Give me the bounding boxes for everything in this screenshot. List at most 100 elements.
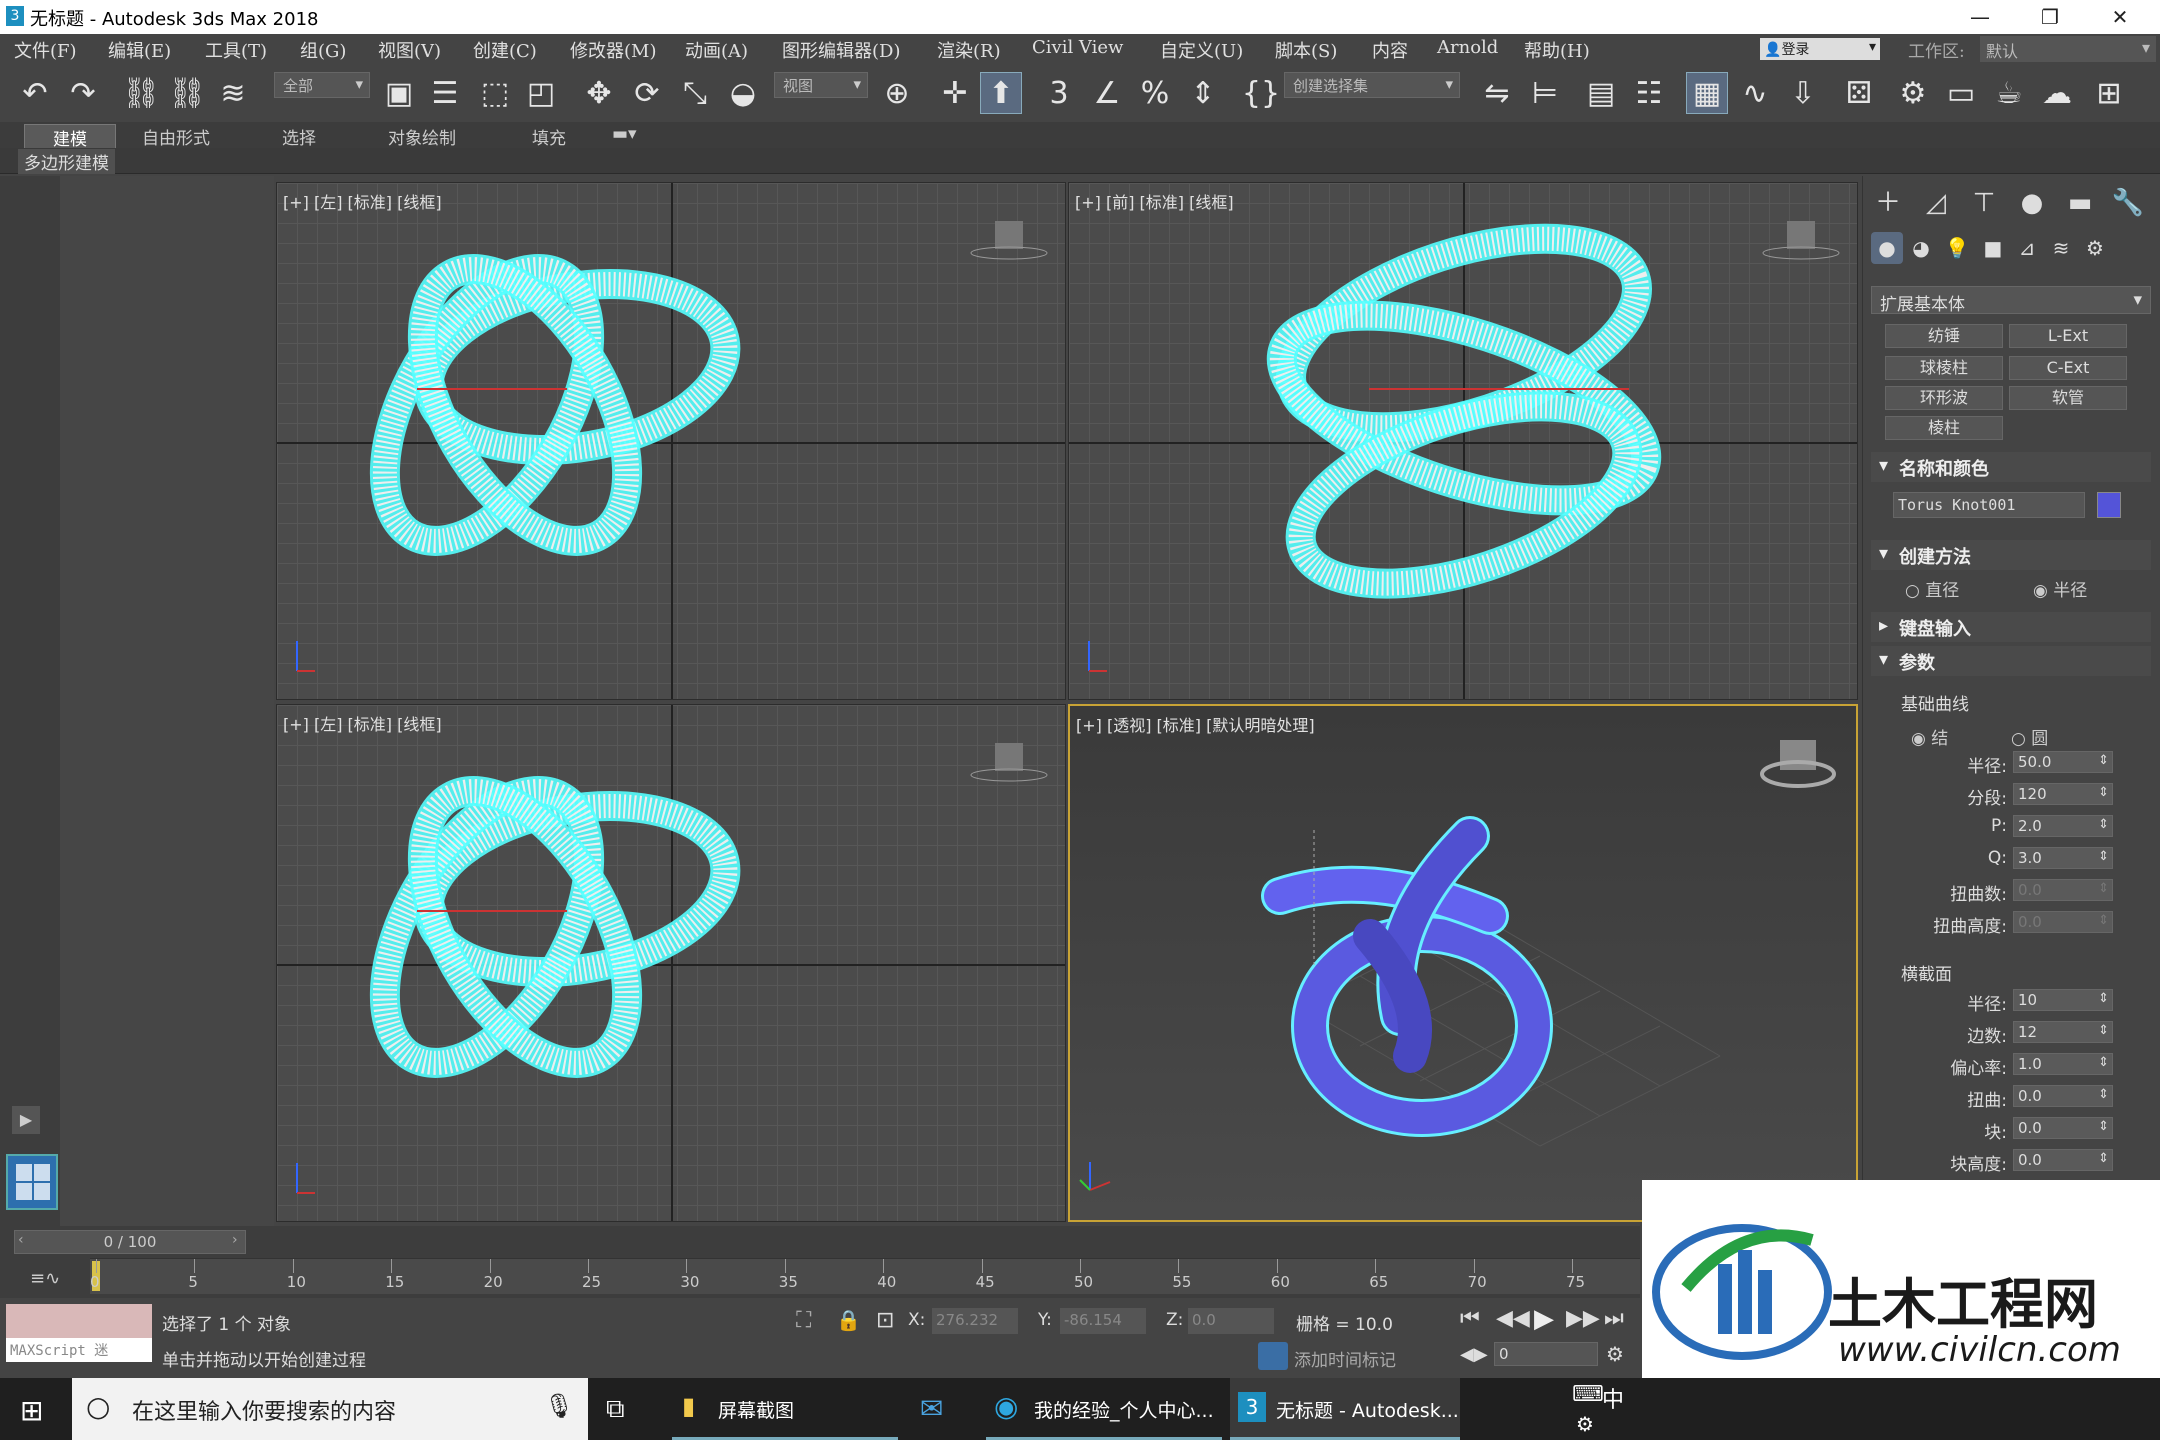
angle-snap-icon[interactable]: ∠ — [1086, 72, 1128, 114]
rollout-keyboard-entry[interactable]: 键盘输入 — [1871, 612, 2151, 642]
spindle-button[interactable]: 纺锤 — [1885, 324, 2003, 348]
rect-selection-icon[interactable]: ⬚ — [474, 72, 516, 114]
menu-tools[interactable]: 工具(T) — [205, 37, 267, 63]
material-editor-icon[interactable]: ⚄ — [1838, 72, 1880, 114]
ime-indicator[interactable]: 中 — [1602, 1382, 1624, 1414]
taskbar-search-box[interactable]: ○ 在这里输入你要搜索的内容 🎙 — [72, 1378, 588, 1440]
motion-tab-icon[interactable]: ● — [2013, 184, 2051, 222]
percent-snap-icon[interactable]: % — [1134, 72, 1176, 114]
rollout-parameters[interactable]: 参数 — [1871, 646, 2151, 676]
rollout-creation-method[interactable]: 创建方法 — [1871, 540, 2151, 570]
viewport-layout-icon[interactable] — [6, 1154, 58, 1210]
menu-customize[interactable]: 自定义(U) — [1160, 37, 1243, 63]
taskbar-item-browser[interactable]: ◉ 我的经验_个人中心... — [986, 1378, 1222, 1440]
schematic-view-icon[interactable]: ⇩ — [1782, 72, 1824, 114]
unlink-icon[interactable]: ⛓ — [166, 72, 208, 114]
menu-graph-editors[interactable]: 图形编辑器(D) — [782, 37, 900, 63]
x-coordinate-field[interactable]: 276.232 — [932, 1308, 1018, 1334]
menu-create[interactable]: 创建(C) — [473, 37, 537, 63]
windows-start-icon[interactable]: ⊞ — [20, 1394, 43, 1427]
cross-section-spinner[interactable]: 0.0 — [2013, 1085, 2113, 1107]
link-icon[interactable]: ⛓ — [120, 72, 162, 114]
menu-rendering[interactable]: 渲染(R) — [937, 37, 1001, 63]
menu-content[interactable]: 内容 — [1372, 37, 1408, 63]
modify-tab-icon[interactable]: ◿ — [1917, 184, 1955, 222]
ime-settings-icon[interactable]: ⚙ — [1576, 1412, 1594, 1436]
taskbar-item-3dsmax[interactable]: 3 无标题 - Autodesk... — [1230, 1378, 1460, 1440]
menu-edit[interactable]: 编辑(E) — [108, 37, 171, 63]
key-mode-icon[interactable]: ◀▶ — [1460, 1344, 1488, 1365]
keyboard-layout-icon[interactable]: ⌨ — [1572, 1382, 1604, 1407]
edit-named-selection-icon[interactable]: {} — [1240, 72, 1282, 114]
select-by-name-icon[interactable]: ☰ — [424, 72, 466, 114]
move-icon[interactable]: ✥ — [578, 72, 620, 114]
object-color-swatch[interactable] — [2097, 492, 2121, 518]
shapes-icon[interactable]: ◕ — [1905, 232, 1937, 264]
scale-icon[interactable]: ⤡ — [674, 72, 716, 114]
utilities-tab-icon[interactable]: 🔧 — [2109, 184, 2147, 222]
radio-circle[interactable]: ○ 圆 — [2011, 724, 2048, 749]
ribbon-options-icon[interactable]: ▬▾ — [612, 124, 637, 144]
time-slider-next-icon[interactable]: › — [232, 1232, 238, 1248]
prism-button[interactable]: 棱柱 — [1885, 416, 2003, 440]
tab-populate[interactable]: 填充 — [532, 124, 566, 149]
ringwave-button[interactable]: 环形波 — [1885, 386, 2003, 410]
selection-lock-icon[interactable]: 🔒 — [836, 1308, 861, 1332]
align-icon[interactable]: ⊨ — [1524, 72, 1566, 114]
radio-knot[interactable]: ◉ 结 — [1911, 724, 1948, 749]
spinner-snap-icon[interactable]: ⇕ — [1182, 72, 1224, 114]
render-setup-icon[interactable]: ⚙ — [1892, 72, 1934, 114]
cross-section-spinner[interactable]: 1.0 — [2013, 1053, 2113, 1075]
cross-section-spinner[interactable]: 0.0 — [2013, 1117, 2113, 1139]
maximize-button[interactable]: ❐ — [2020, 2, 2080, 32]
select-object-icon[interactable]: ▣ — [378, 72, 420, 114]
render-production-icon[interactable]: ☕ — [1988, 72, 2030, 114]
mail-icon[interactable]: ✉ — [920, 1392, 943, 1425]
tab-freeform[interactable]: 自由形式 — [142, 124, 210, 149]
radio-diameter[interactable]: ○ 直径 — [1905, 576, 1959, 601]
z-coordinate-field[interactable]: 0.0 — [1188, 1308, 1274, 1334]
param-spinner[interactable]: 2.0 — [2013, 815, 2113, 837]
select-manipulate-icon[interactable]: ✛ — [934, 72, 976, 114]
redo-icon[interactable]: ↷ — [62, 72, 104, 114]
geometry-icon[interactable]: ● — [1871, 232, 1903, 264]
menu-modifiers[interactable]: 修改器(M) — [570, 37, 656, 63]
tab-object-paint[interactable]: 对象绘制 — [388, 124, 456, 149]
menu-help[interactable]: 帮助(H) — [1524, 37, 1590, 63]
create-tab-icon[interactable]: ＋ — [1869, 184, 1907, 222]
mirror-icon[interactable]: ⇋ — [1476, 72, 1518, 114]
rendered-frame-icon[interactable]: ▭ — [1940, 72, 1982, 114]
login-dropdown[interactable]: 👤登录 ▾ — [1760, 38, 1880, 60]
close-button[interactable]: ✕ — [2090, 2, 2150, 32]
cross-section-spinner[interactable]: 0.0 — [2013, 1149, 2113, 1171]
bind-spacewarp-icon[interactable]: ≋ — [212, 72, 254, 114]
window-crossing-icon[interactable]: ◰ — [520, 72, 562, 114]
c-ext-button[interactable]: C-Ext — [2009, 356, 2127, 380]
menu-civil-view[interactable]: Civil View — [1032, 37, 1123, 58]
maxscript-mini-listener[interactable]: MAXScript 迷 — [6, 1338, 152, 1362]
menu-scripting[interactable]: 脚本(S) — [1275, 37, 1337, 63]
isolate-selection-icon[interactable]: ⛶ — [796, 1308, 811, 1333]
current-frame-input[interactable]: 0 — [1494, 1342, 1598, 1366]
undo-icon[interactable]: ↶ — [14, 72, 56, 114]
add-time-tag-label[interactable]: 添加时间标记 — [1294, 1346, 1396, 1371]
layer-explorer-icon[interactable]: ☷ — [1628, 72, 1670, 114]
scene-explorer-icon[interactable]: ▤ — [1580, 72, 1622, 114]
hierarchy-tab-icon[interactable]: ⊤ — [1965, 184, 2003, 222]
menu-file[interactable]: 文件(F) — [14, 37, 77, 63]
l-ext-button[interactable]: L-Ext — [2009, 324, 2127, 348]
param-spinner[interactable]: 0.0 — [2013, 879, 2113, 901]
minimize-button[interactable]: — — [1950, 2, 2010, 32]
viewport-front[interactable]: [+] [前] [标准] [线框] — [1068, 182, 1858, 700]
keyboard-shortcut-override-icon[interactable]: ⬆ — [980, 72, 1022, 114]
menu-animation[interactable]: 动画(A) — [685, 37, 748, 63]
render-online-icon[interactable]: ☁ — [2036, 72, 2078, 114]
snap-toggle-icon[interactable]: 3 — [1038, 72, 1080, 114]
cross-section-spinner[interactable]: 12 — [2013, 1021, 2113, 1043]
tab-selection[interactable]: 选择 — [282, 124, 316, 149]
maxscript-listener-top[interactable] — [6, 1304, 152, 1338]
pivot-center-icon[interactable]: ⊕ — [876, 72, 918, 114]
y-coordinate-field[interactable]: -86.154 — [1060, 1308, 1146, 1334]
time-tag-icon[interactable] — [1258, 1342, 1288, 1370]
ribbon-toggle-icon[interactable]: ▦ — [1686, 72, 1728, 114]
